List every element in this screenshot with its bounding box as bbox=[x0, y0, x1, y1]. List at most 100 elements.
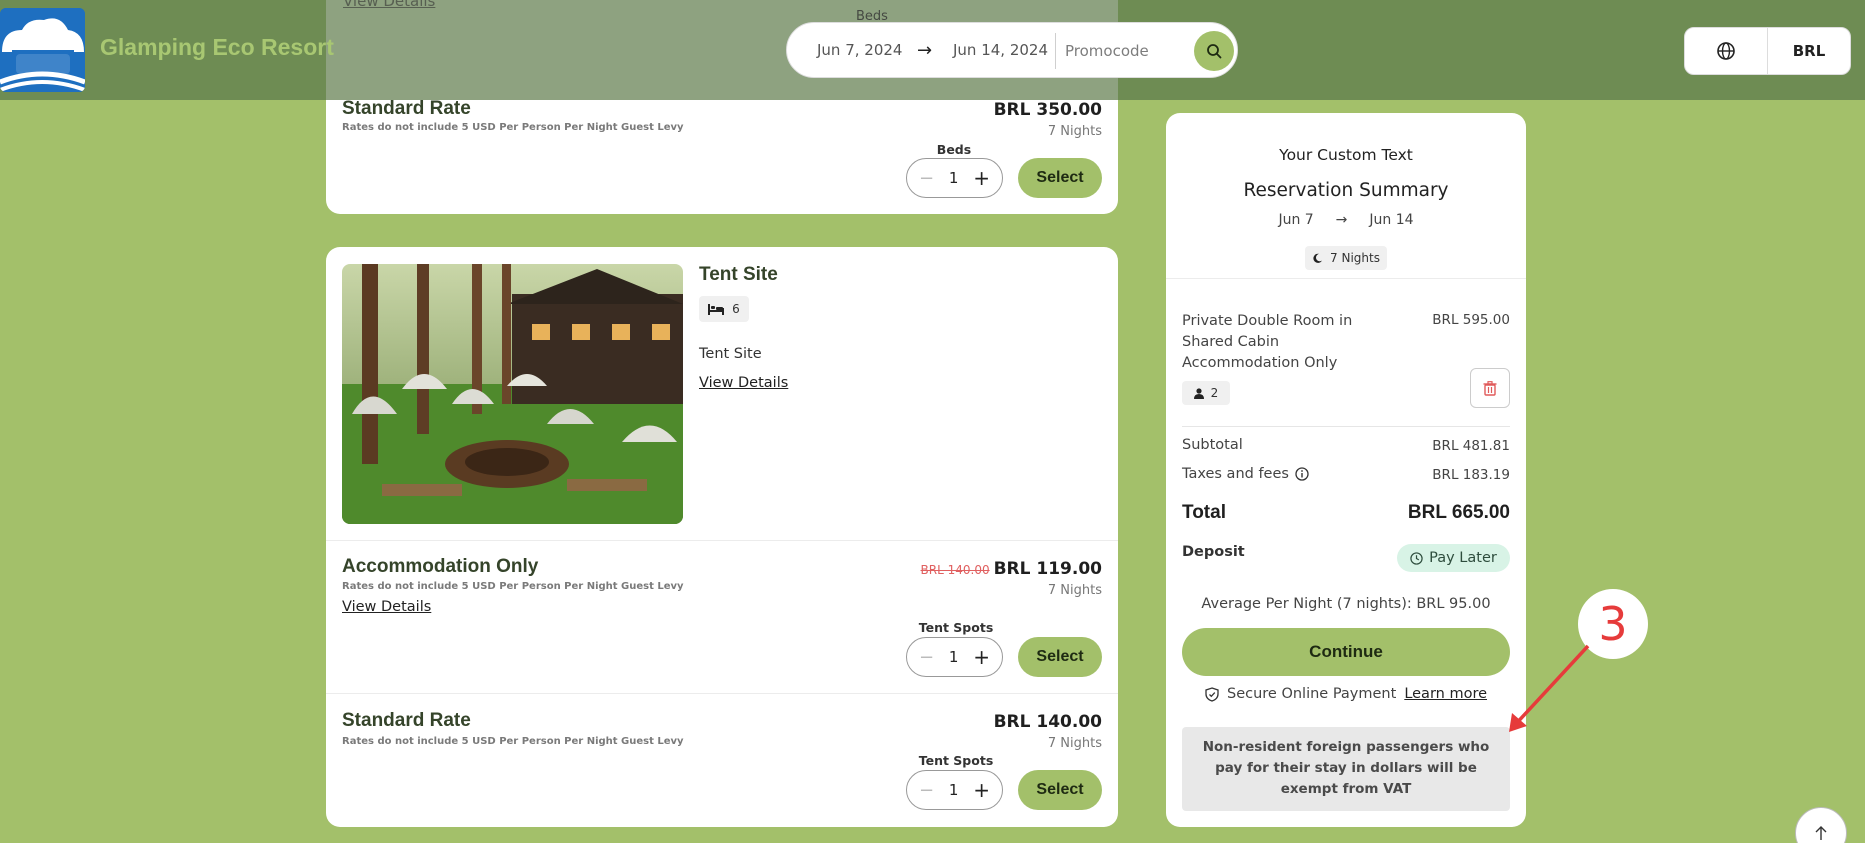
brand-name[interactable]: Glamping Eco Resort bbox=[100, 34, 334, 61]
capacity-chip: 6 bbox=[699, 296, 749, 322]
guests-chip: 2 bbox=[1182, 381, 1230, 405]
tent-site-image bbox=[342, 264, 683, 524]
tent-site-photo[interactable] bbox=[342, 264, 683, 524]
card-divider bbox=[326, 540, 1118, 541]
select-button[interactable]: Select bbox=[1018, 770, 1102, 810]
rate-nights: 7 Nights bbox=[1047, 124, 1102, 139]
room-card-tent-site: Tent Site 6 Tent Site View Details Accom… bbox=[326, 247, 1118, 827]
room-title: Tent Site bbox=[699, 264, 778, 285]
total-label: Total bbox=[1182, 502, 1226, 523]
increment-button[interactable]: + bbox=[973, 645, 990, 669]
capacity-count: 6 bbox=[732, 302, 740, 316]
date-search-bar: Jun 7, 2024 → Jun 14, 2024 bbox=[786, 22, 1238, 78]
decrement-button[interactable]: − bbox=[919, 780, 934, 801]
rate-note: Rates do not include 5 USD Per Person Pe… bbox=[342, 581, 684, 592]
search-separator bbox=[1055, 33, 1056, 69]
decrement-button[interactable]: − bbox=[919, 647, 934, 668]
taxes-row: Taxes and fees bbox=[1182, 466, 1309, 482]
info-icon[interactable] bbox=[1295, 467, 1309, 481]
tent-spots-stepper: − 1 + bbox=[906, 637, 1003, 677]
resort-logo[interactable] bbox=[0, 8, 85, 92]
secure-payment-text: Secure Online Payment bbox=[1226, 686, 1397, 702]
quantity-label: Tent Spots bbox=[918, 620, 994, 635]
summary-title: Reservation Summary bbox=[1243, 180, 1449, 201]
rate-title: Standard Rate bbox=[342, 710, 471, 731]
nights-count: 7 Nights bbox=[1330, 251, 1380, 265]
remove-room-button[interactable] bbox=[1470, 368, 1510, 408]
average-per-night: Average Per Night (7 nights): BRL 95.00 bbox=[1201, 596, 1491, 612]
total-value: BRL 665.00 bbox=[1407, 502, 1510, 523]
deposit-label: Deposit bbox=[1182, 544, 1245, 560]
scroll-to-top-button[interactable] bbox=[1795, 807, 1847, 843]
summary-date-from: Jun 7 bbox=[1278, 212, 1314, 228]
room-description: Tent Site bbox=[699, 346, 762, 362]
increment-button[interactable]: + bbox=[973, 778, 990, 802]
rate-view-details-link[interactable]: View Details bbox=[342, 599, 431, 615]
rate-price: BRL 350.00 bbox=[993, 100, 1102, 120]
secure-payment-note: Secure Online Payment Learn more bbox=[1166, 686, 1526, 702]
rate-price: BRL 140.00 bbox=[993, 712, 1102, 732]
summary-divider bbox=[1182, 426, 1510, 427]
moon-icon bbox=[1313, 253, 1323, 263]
arrow-right-icon: → bbox=[917, 39, 933, 61]
subtotal-label: Subtotal bbox=[1182, 437, 1243, 453]
tent-spots-stepper: − 1 + bbox=[906, 770, 1003, 810]
summary-divider bbox=[1166, 278, 1526, 279]
check-in-date[interactable]: Jun 7, 2024 bbox=[817, 41, 902, 59]
arrow-right-icon: → bbox=[1335, 212, 1348, 228]
rate-price-group: BRL 140.00 BRL 119.00 bbox=[921, 559, 1102, 579]
decrement-button[interactable]: − bbox=[919, 168, 934, 189]
cabin-logo-icon bbox=[0, 8, 85, 92]
select-button[interactable]: Select bbox=[1018, 637, 1102, 677]
shield-check-icon bbox=[1205, 686, 1219, 702]
promocode-input[interactable] bbox=[1065, 37, 1175, 65]
guests-count: 2 bbox=[1210, 386, 1219, 400]
search-icon bbox=[1207, 44, 1222, 59]
rate-note: Rates do not include 5 USD Per Person Pe… bbox=[342, 736, 684, 747]
bed-icon bbox=[708, 304, 725, 315]
increment-button[interactable]: + bbox=[973, 166, 990, 190]
beds-stepper: − 1 + bbox=[906, 158, 1003, 198]
pay-later-badge[interactable]: Pay Later bbox=[1397, 544, 1510, 572]
summary-date-to: Jun 14 bbox=[1369, 212, 1414, 228]
card-divider bbox=[326, 693, 1118, 694]
select-button[interactable]: Select bbox=[1018, 158, 1102, 198]
booked-room-name: Private Double Room in Shared Cabin Acco… bbox=[1182, 313, 1353, 371]
clock-icon bbox=[1410, 551, 1423, 565]
pay-later-label: Pay Later bbox=[1429, 550, 1497, 566]
quantity-value: 1 bbox=[948, 169, 959, 187]
language-button[interactable] bbox=[1685, 28, 1768, 74]
discounted-price: BRL 119.00 bbox=[993, 559, 1102, 579]
nights-chip: 7 Nights bbox=[1305, 246, 1387, 270]
vat-notice: Non-resident foreign passengers who pay … bbox=[1182, 727, 1510, 811]
annotation-arrow-icon bbox=[1509, 644, 1590, 732]
taxes-label: Taxes and fees bbox=[1182, 466, 1289, 482]
custom-text: Your Custom Text bbox=[1279, 146, 1413, 164]
quantity-value: 1 bbox=[948, 781, 959, 799]
room-view-details-link[interactable]: View Details bbox=[699, 375, 788, 391]
rate-title: Standard Rate bbox=[342, 98, 471, 119]
trash-icon bbox=[1483, 380, 1497, 396]
quantity-label: Tent Spots bbox=[918, 753, 994, 768]
rate-nights: 7 Nights bbox=[1047, 736, 1102, 751]
summary-dates: Jun 7 → Jun 14 bbox=[1166, 212, 1526, 228]
rate-nights: 7 Nights bbox=[1047, 583, 1102, 598]
check-out-date[interactable]: Jun 14, 2024 bbox=[953, 41, 1048, 59]
globe-icon bbox=[1717, 42, 1735, 60]
reservation-summary-panel: Your Custom Text Reservation Summary Jun… bbox=[1166, 113, 1526, 827]
rate-title: Accommodation Only bbox=[342, 556, 539, 577]
arrow-up-icon bbox=[1815, 826, 1827, 840]
taxes-value: BRL 183.19 bbox=[1432, 467, 1510, 483]
subtotal-value: BRL 481.81 bbox=[1432, 438, 1510, 454]
quantity-value: 1 bbox=[948, 648, 959, 666]
booked-room-price: BRL 595.00 bbox=[1432, 312, 1510, 328]
locale-controls: BRL bbox=[1684, 27, 1851, 75]
learn-more-link[interactable]: Learn more bbox=[1404, 686, 1487, 702]
original-price: BRL 140.00 bbox=[920, 563, 990, 577]
search-button[interactable] bbox=[1194, 31, 1234, 71]
rate-note: Rates do not include 5 USD Per Person Pe… bbox=[342, 122, 684, 133]
continue-button[interactable]: Continue bbox=[1182, 628, 1510, 676]
quantity-label: Beds bbox=[936, 142, 972, 157]
person-icon bbox=[1193, 387, 1204, 399]
currency-selector[interactable]: BRL bbox=[1768, 28, 1850, 74]
